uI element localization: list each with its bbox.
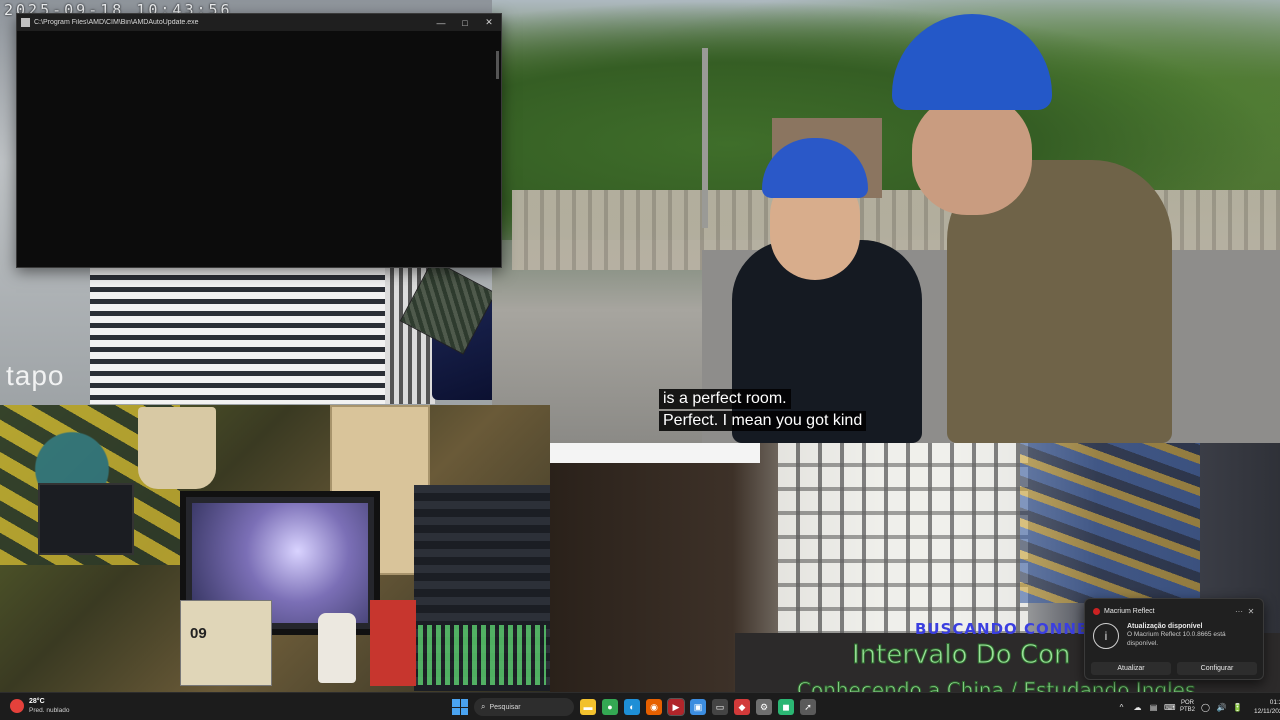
taskbar-search[interactable]: ⌕ Pesquisar bbox=[474, 698, 574, 716]
red-box bbox=[370, 600, 416, 686]
taskbar-app-firefox-icon[interactable]: ◉ bbox=[646, 699, 662, 715]
console-window[interactable]: C:\Program Files\AMD\CIM\Bin\AMDAutoUpda… bbox=[16, 13, 502, 268]
search-icon: ⌕ bbox=[481, 702, 486, 711]
cloud-icon[interactable]: ☁ bbox=[1132, 703, 1143, 712]
maximize-button[interactable]: □ bbox=[453, 14, 477, 31]
taskbar-app-arrow-app-icon[interactable]: ➚ bbox=[800, 699, 816, 715]
network-icon[interactable]: ◯ bbox=[1200, 703, 1211, 712]
notification-close-icon[interactable]: ✕ bbox=[1245, 607, 1257, 616]
clock-time: 01:23 bbox=[1269, 699, 1280, 706]
console-titlebar[interactable]: C:\Program Files\AMD\CIM\Bin\AMDAutoUpda… bbox=[17, 14, 501, 31]
notification-app-name: Macrium Reflect bbox=[1104, 607, 1155, 615]
close-button[interactable]: ✕ bbox=[477, 14, 501, 31]
configure-button[interactable]: Configurar bbox=[1177, 662, 1257, 675]
update-button[interactable]: Atualizar bbox=[1091, 662, 1171, 675]
overlay-buscando: BUSCANDO CONNE bbox=[915, 620, 1089, 638]
calendar-day: 09 bbox=[190, 625, 207, 642]
clock[interactable]: 01:23 12/11/2025 bbox=[1254, 698, 1280, 716]
weather-icon bbox=[10, 699, 24, 713]
lamp bbox=[138, 407, 216, 489]
utility-pole bbox=[702, 48, 708, 228]
windows-start-button[interactable] bbox=[452, 699, 468, 715]
small-monitor bbox=[38, 483, 134, 555]
info-icon: i bbox=[1093, 623, 1119, 649]
console-output[interactable] bbox=[17, 31, 501, 267]
battery-icon[interactable]: 🔋 bbox=[1232, 703, 1243, 712]
window bbox=[778, 443, 1028, 633]
taskbar-app-chrome-icon[interactable]: ● bbox=[602, 699, 618, 715]
console-app-icon bbox=[21, 18, 30, 27]
bottle bbox=[318, 613, 356, 683]
white-strip bbox=[550, 443, 760, 463]
younger-man-head bbox=[912, 95, 1032, 215]
desk-calendar bbox=[180, 600, 272, 686]
update-notification[interactable]: Macrium Reflect ··· ✕ i Atualização disp… bbox=[1084, 598, 1264, 680]
notification-text: O Macrium Reflect 10.0.8665 está disponí… bbox=[1127, 631, 1226, 647]
keyboard-icon[interactable]: ⌨ bbox=[1164, 703, 1176, 712]
desktop: 2025-09-18 10:43:56 tapo is a perfect ro… bbox=[0, 0, 1280, 720]
tray-app-icon[interactable]: ▤ bbox=[1148, 703, 1159, 712]
taskbar-app-green-app-icon[interactable]: ◼ bbox=[778, 699, 794, 715]
volume-icon[interactable]: 🔊 bbox=[1216, 703, 1227, 712]
taskbar-app-terminal-icon[interactable]: ▭ bbox=[712, 699, 728, 715]
weather-widget[interactable]: 28°C Pred. nublado bbox=[10, 697, 69, 715]
language-indicator[interactable]: POR PTB2 bbox=[1180, 700, 1195, 714]
taskbar-app-file-explorer-icon[interactable]: ▬ bbox=[580, 699, 596, 715]
console-scrollbar[interactable] bbox=[496, 51, 499, 79]
taskbar-app-edge-icon[interactable]: ◐ bbox=[624, 699, 640, 715]
console-title: C:\Program Files\AMD\CIM\Bin\AMDAutoUpda… bbox=[34, 19, 199, 26]
tray-overflow-icon[interactable]: ^ bbox=[1116, 703, 1127, 712]
taskbar: 28°C Pred. nublado ⌕ Pesquisar ▬ ● ◐ ◉ ▶ ▣ ▭ ◆ ⚙… bbox=[0, 692, 1280, 720]
macrium-icon bbox=[1093, 607, 1100, 615]
subtitle-line: Perfect. I mean you got kind bbox=[659, 411, 867, 431]
camera-feed-bottom-left: 09 bbox=[0, 405, 550, 692]
subtitle-line: is a perfect room. bbox=[659, 389, 791, 409]
clock-date: 12/11/2025 bbox=[1254, 708, 1280, 715]
taskbar-app-settings-app-icon[interactable]: ⚙ bbox=[756, 699, 772, 715]
weather-temperature: 28°C bbox=[29, 698, 45, 705]
wall-art bbox=[1020, 443, 1200, 603]
overlay-intervalo: Intervalo Do Con bbox=[851, 640, 1071, 671]
keyboard-layout: PTB2 bbox=[1180, 707, 1196, 713]
video-feed-top-right: is a perfect room. Perfect. I mean you g… bbox=[492, 0, 1280, 443]
notification-settings-icon[interactable]: ··· bbox=[1233, 607, 1245, 616]
notification-title: Atualização disponível bbox=[1127, 623, 1203, 630]
audio-meter bbox=[418, 625, 546, 685]
minimize-button[interactable]: — bbox=[429, 14, 453, 31]
taskbar-apps: ⌕ Pesquisar ▬ ● ◐ ◉ ▶ ▣ ▭ ◆ ⚙ ◼ ➚ bbox=[452, 696, 816, 718]
weather-description: Pred. nublado bbox=[29, 707, 70, 714]
camera-brand-watermark: tapo bbox=[6, 360, 65, 391]
gate bbox=[90, 268, 420, 404]
search-placeholder: Pesquisar bbox=[489, 703, 521, 711]
system-tray: ^ ☁ ▤ ⌨ POR PTB2 ◯ 🔊 🔋 01:23 12/11/2025 bbox=[1116, 696, 1280, 718]
language-code: POR bbox=[1181, 700, 1195, 706]
taskbar-app-video-app-icon[interactable]: ▶ bbox=[667, 698, 685, 716]
taskbar-app-photos-icon[interactable]: ▣ bbox=[690, 699, 706, 715]
taskbar-app-media-player-icon[interactable]: ◆ bbox=[734, 699, 750, 715]
video-subtitle: is a perfect room. Perfect. I mean you g… bbox=[659, 389, 867, 431]
